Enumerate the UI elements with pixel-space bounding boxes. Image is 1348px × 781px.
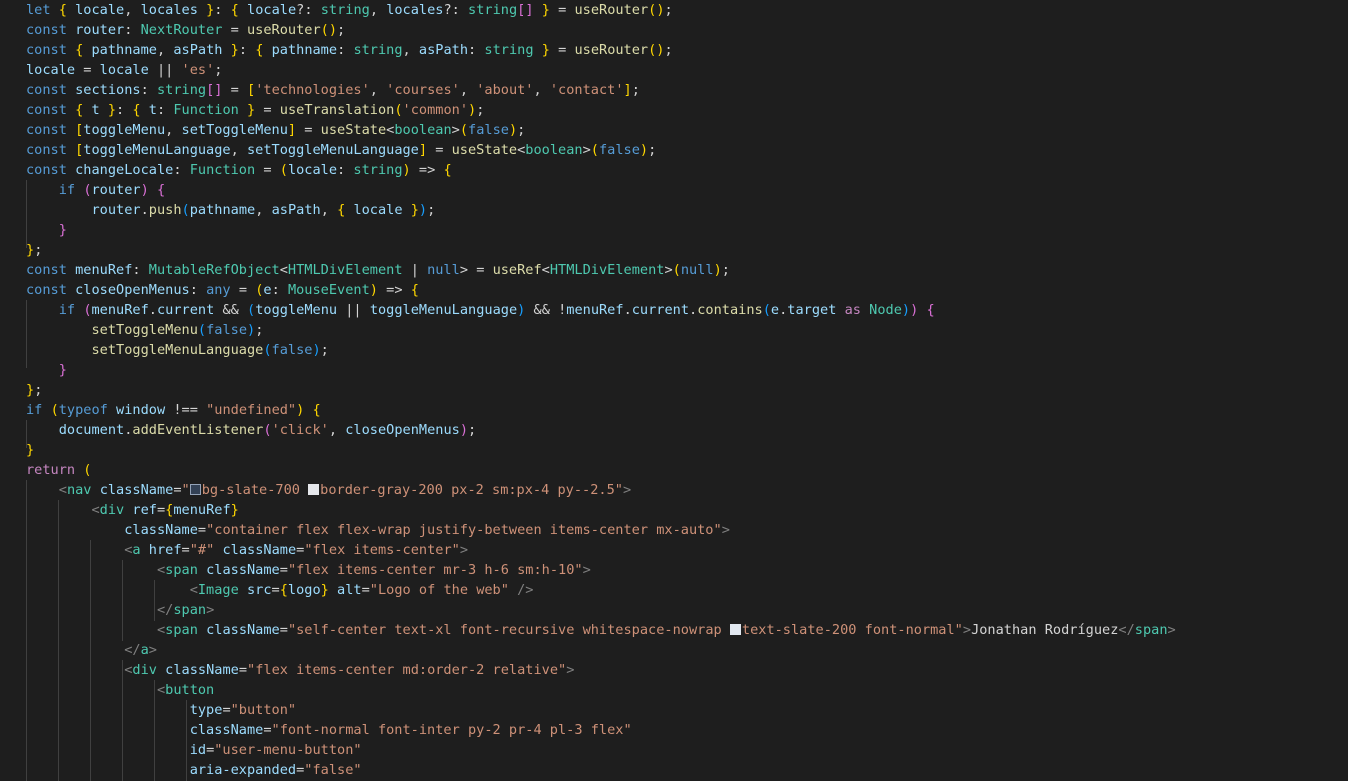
code-line[interactable]: const closeOpenMenus: any = (e: MouseEve… (0, 280, 1348, 300)
jsx-text-author-name: Jonathan Rodríguez (971, 622, 1119, 638)
code-line[interactable]: if (typeof window !== "undefined") { (0, 400, 1348, 420)
code-line[interactable]: const [toggleMenuLanguage, setToggleMenu… (0, 140, 1348, 160)
code-line[interactable]: const router: NextRouter = useRouter(); (0, 20, 1348, 40)
code-line[interactable]: const { t }: { t: Function } = useTransl… (0, 100, 1348, 120)
code-line[interactable]: <Image src={logo} alt="Logo of the web" … (0, 580, 1348, 600)
code-line[interactable]: const [toggleMenu, setToggleMenu] = useS… (0, 120, 1348, 140)
code-line[interactable]: className="font-normal font-inter py-2 p… (0, 720, 1348, 740)
code-line[interactable]: } (0, 360, 1348, 380)
code-editor-viewport[interactable]: let { locale, locales }: { locale?: stri… (0, 0, 1348, 781)
code-line[interactable]: <button (0, 680, 1348, 700)
code-line[interactable]: const { pathname, asPath }: { pathname: … (0, 40, 1348, 60)
tailwind-color-swatch-border-gray-200 (308, 484, 320, 495)
tailwind-color-swatch-bg-slate-700 (189, 484, 201, 495)
code-line[interactable]: }; (0, 380, 1348, 400)
code-line[interactable]: if (menuRef.current && (toggleMenu || to… (0, 300, 1348, 320)
tailwind-color-swatch-text-slate-200 (729, 624, 741, 635)
code-content[interactable]: let { locale, locales }: { locale?: stri… (0, 0, 1348, 780)
code-line[interactable]: <span className="flex items-center mr-3 … (0, 560, 1348, 580)
code-line[interactable]: const changeLocale: Function = (locale: … (0, 160, 1348, 180)
code-line[interactable]: aria-expanded="false" (0, 760, 1348, 780)
code-line[interactable]: return ( (0, 460, 1348, 480)
code-line[interactable]: <a href="#" className="flex items-center… (0, 540, 1348, 560)
code-line[interactable]: } (0, 440, 1348, 460)
code-line[interactable]: if (router) { (0, 180, 1348, 200)
code-line[interactable]: setToggleMenu(false); (0, 320, 1348, 340)
code-line[interactable]: type="button" (0, 700, 1348, 720)
code-line[interactable]: let { locale, locales }: { locale?: stri… (0, 0, 1348, 20)
code-line[interactable]: </span> (0, 600, 1348, 620)
code-line[interactable]: const menuRef: MutableRefObject<HTMLDivE… (0, 260, 1348, 280)
code-line[interactable]: <span className="self-center text-xl fon… (0, 620, 1348, 640)
code-line[interactable]: className="container flex flex-wrap just… (0, 520, 1348, 540)
code-line[interactable]: document.addEventListener('click', close… (0, 420, 1348, 440)
code-line[interactable]: }; (0, 240, 1348, 260)
code-line[interactable]: <div className="flex items-center md:ord… (0, 660, 1348, 680)
code-line[interactable]: <nav className=" bg-slate-700 border-gray… (0, 480, 1348, 500)
code-line[interactable]: locale = locale || 'es'; (0, 60, 1348, 80)
code-line[interactable]: <div ref={menuRef} (0, 500, 1348, 520)
code-line[interactable]: const sections: string[] = ['technologie… (0, 80, 1348, 100)
code-line[interactable]: } (0, 220, 1348, 240)
code-line[interactable]: setToggleMenuLanguage(false); (0, 340, 1348, 360)
code-line[interactable]: id="user-menu-button" (0, 740, 1348, 760)
code-line[interactable]: router.push(pathname, asPath, { locale }… (0, 200, 1348, 220)
code-line[interactable]: </a> (0, 640, 1348, 660)
